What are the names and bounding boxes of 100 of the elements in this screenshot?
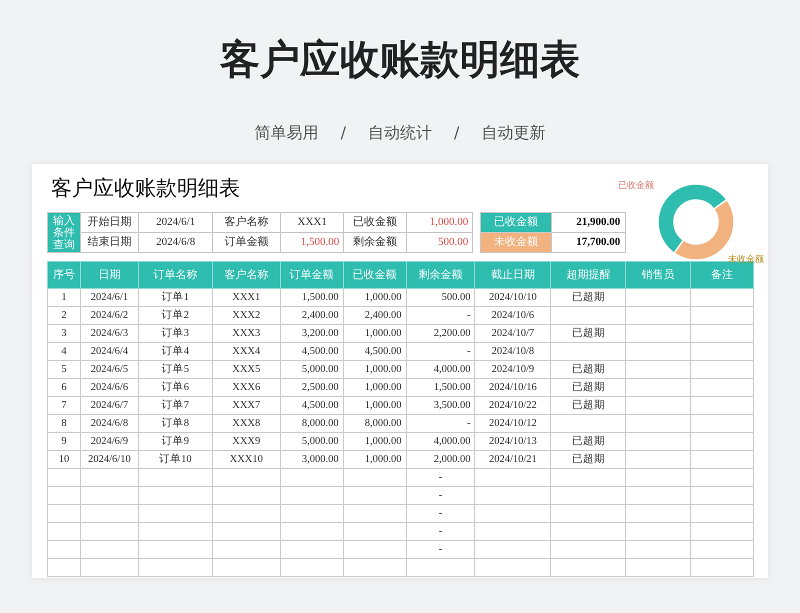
table-cell: 2024/10/8 [474, 342, 551, 360]
table-cell: 1,000.00 [343, 396, 406, 414]
column-header: 销售员 [626, 262, 691, 288]
separator: / [340, 122, 346, 144]
table-cell: XXX8 [212, 414, 280, 432]
table-cell: 2024/10/12 [474, 414, 551, 432]
table-cell: 已超期 [550, 324, 626, 342]
table-cell: - [406, 306, 475, 324]
table-cell: 1,500.00 [406, 378, 475, 396]
column-header: 截止日期 [474, 262, 551, 288]
column-header: 客户名称 [212, 262, 280, 288]
table-cell: 订单5 [138, 360, 212, 378]
table-cell: 订单8 [138, 414, 212, 432]
table-cell: 订单2 [138, 306, 212, 324]
column-header: 订单名称 [138, 262, 212, 288]
table-cell: 2024/6/4 [80, 342, 138, 360]
table-cell: 2024/10/6 [474, 306, 551, 324]
table-cell: 2024/10/16 [474, 378, 551, 396]
table-cell: 2,400.00 [343, 306, 406, 324]
table-cell: 2024/6/6 [80, 378, 138, 396]
table-cell: 4,000.00 [406, 360, 475, 378]
table-cell: 1 [48, 288, 80, 306]
summary-value: 21,900.00 [552, 212, 626, 232]
table-cell: 2024/6/10 [80, 450, 138, 468]
table-cell: 8,000.00 [280, 414, 344, 432]
table-cell: 2024/6/5 [80, 360, 138, 378]
table-cell: 2024/10/21 [474, 450, 551, 468]
table-cell: 2024/6/8 [80, 414, 138, 432]
table-cell: XXX7 [212, 396, 280, 414]
table-cell: 已超期 [550, 378, 626, 396]
table-cell: 6 [48, 378, 80, 396]
column-header: 超期提醒 [550, 262, 626, 288]
summary-label: 未收金额 [480, 232, 552, 252]
table-cell: XXX4 [212, 342, 280, 360]
chart-label: 未收金额 [728, 254, 764, 264]
table-cell: 2024/10/13 [474, 432, 551, 450]
table-cell: 2,500.00 [280, 378, 344, 396]
donut-slice [657, 183, 728, 254]
table-cell: 1,000.00 [343, 378, 406, 396]
table-cell: XXX1 [212, 288, 280, 306]
column-header: 备注 [690, 262, 754, 288]
field-value: 1,000.00 [406, 212, 473, 232]
table-cell: 2,400.00 [280, 306, 344, 324]
table-cell: 1,000.00 [343, 288, 406, 306]
summary-label: 已收金额 [480, 212, 552, 232]
table-cell: 5,000.00 [280, 360, 344, 378]
subtitle-item: 简单易用 [254, 122, 319, 144]
table-cell: 2 [48, 306, 80, 324]
field-value: 2024/6/1 [138, 212, 213, 232]
table-cell: 2024/6/1 [80, 288, 138, 306]
table-cell: 2024/10/10 [474, 288, 551, 306]
table-cell: 2024/10/9 [474, 360, 551, 378]
table-cell: 已超期 [550, 450, 626, 468]
table-cell: 3 [48, 324, 80, 342]
table-cell: - [406, 504, 475, 522]
table-cell: 10 [48, 450, 80, 468]
field-value: XXX1 [280, 212, 344, 232]
field-value: 1,500.00 [280, 232, 344, 252]
field-label: 剩余金额 [344, 232, 407, 252]
table-cell: 9 [48, 432, 80, 450]
query-label: 输入条件查询 [52, 214, 76, 250]
table-cell: XXX9 [212, 432, 280, 450]
table-cell: 3,200.00 [280, 324, 344, 342]
table-cell: - [406, 414, 475, 432]
table-cell: 1,000.00 [343, 450, 406, 468]
column-header: 剩余金额 [406, 262, 475, 288]
column-header: 已收金额 [343, 262, 406, 288]
table-cell: 2024/10/22 [474, 396, 551, 414]
table-cell: 2024/6/7 [80, 396, 138, 414]
table-cell: 1,000.00 [343, 360, 406, 378]
column-header: 日期 [80, 262, 138, 288]
table-cell: 1,500.00 [280, 288, 344, 306]
table-cell: 8,000.00 [343, 414, 406, 432]
table-cell: 2024/10/7 [474, 324, 551, 342]
table-cell: 5 [48, 360, 80, 378]
table-cell: 订单6 [138, 378, 212, 396]
table-cell: 已超期 [550, 360, 626, 378]
field-label: 开始日期 [80, 212, 139, 232]
table-cell: 已超期 [550, 432, 626, 450]
table-cell: 1,000.00 [343, 324, 406, 342]
table-cell: 订单7 [138, 396, 212, 414]
sheet-title: 客户应收账款明细表 [51, 175, 240, 202]
table-cell: 订单9 [138, 432, 212, 450]
field-label: 订单金额 [212, 232, 281, 252]
field-value: 2024/6/8 [138, 232, 213, 252]
table-cell: 5,000.00 [280, 432, 344, 450]
table-cell: 2024/6/2 [80, 306, 138, 324]
table-cell: 2,000.00 [406, 450, 475, 468]
table-cell: 已超期 [550, 288, 626, 306]
column-header: 序号 [48, 262, 80, 288]
field-value: 500.00 [406, 232, 473, 252]
table-cell: 3,000.00 [280, 450, 344, 468]
separator: / [454, 122, 460, 144]
table-cell: 2,200.00 [406, 324, 475, 342]
chart-label: 已收金额 [618, 180, 654, 190]
subtitle-item: 自动更新 [481, 122, 546, 144]
table-cell: 8 [48, 414, 80, 432]
field-label: 已收金额 [344, 212, 407, 232]
table-cell: 订单4 [138, 342, 212, 360]
table-cell: - [406, 468, 475, 486]
